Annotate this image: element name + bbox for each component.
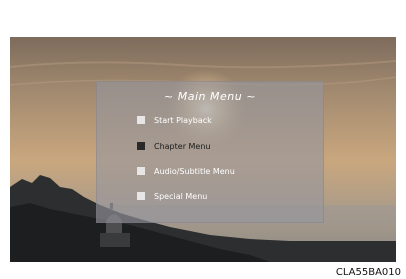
menu-bullet-icon — [137, 142, 145, 150]
menu-bullet-icon — [137, 116, 145, 124]
menu-item-label: Special Menu — [154, 191, 208, 201]
menu-item-start-playback[interactable]: Start Playback — [137, 113, 212, 127]
menu-bullet-icon — [137, 192, 145, 200]
video-screen: ~ Main Menu ~ Start Playback Chapter Men… — [10, 37, 396, 262]
figure-code-caption: CLA55BA010 — [335, 267, 401, 278]
menu-item-special-menu[interactable]: Special Menu — [137, 189, 207, 203]
menu-bullet-icon — [137, 167, 145, 175]
main-menu-panel: ~ Main Menu ~ Start Playback Chapter Men… — [96, 81, 324, 223]
menu-item-audio-subtitle-menu[interactable]: Audio/Subtitle Menu — [137, 164, 235, 178]
main-menu-title: ~ Main Menu ~ — [164, 90, 256, 103]
menu-item-chapter-menu[interactable]: Chapter Menu — [137, 139, 211, 153]
menu-item-label: Start Playback — [154, 115, 212, 125]
menu-item-label: Audio/Subtitle Menu — [154, 166, 235, 176]
menu-item-label: Chapter Menu — [154, 141, 211, 151]
